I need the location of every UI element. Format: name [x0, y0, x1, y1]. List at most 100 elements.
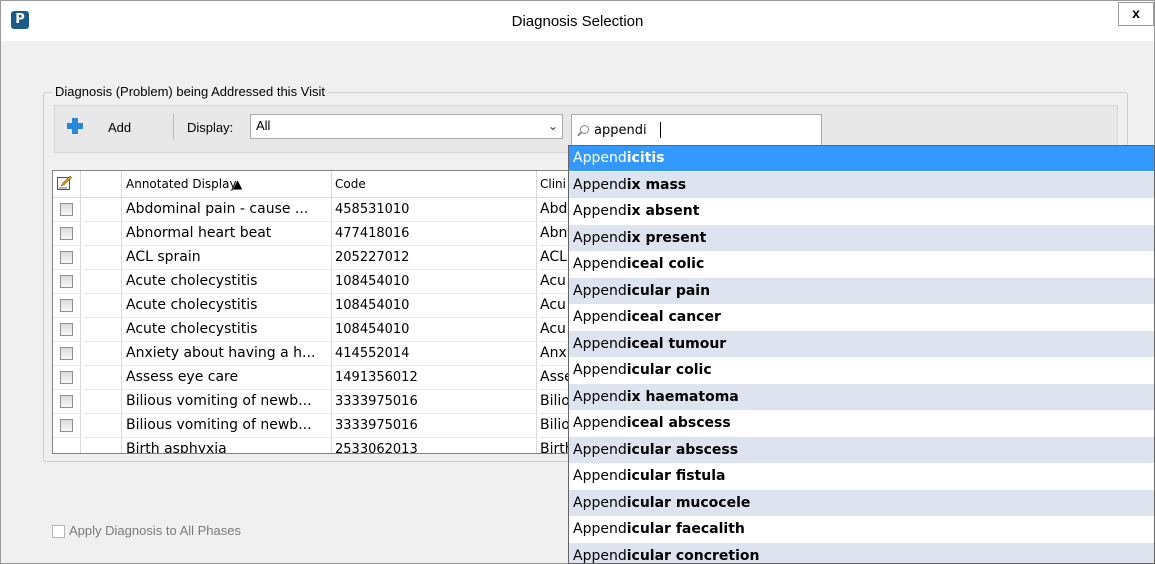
suggestion-item[interactable]: Appendicular colic [569, 357, 1154, 383]
search-box[interactable] [571, 114, 822, 146]
table-row[interactable]: Acute cholecystitis 108454010 Acu [53, 270, 573, 294]
suggestion-prefix: Append [573, 256, 627, 272]
suggestion-suffix: iceal abscess [626, 415, 731, 431]
row-code: 2533062013 [335, 442, 418, 454]
row-checkbox[interactable] [60, 227, 73, 240]
table-row[interactable]: Bilious vomiting of newb... 3333975016 Bil… [53, 390, 573, 414]
apply-all-phases-checkbox[interactable] [52, 525, 65, 538]
suggestion-prefix: Append [573, 547, 627, 564]
column-header-annotated-display[interactable]: Annotated Display [126, 177, 237, 191]
edit-note-icon[interactable] [57, 175, 72, 190]
suggestion-item[interactable]: Appendix present [569, 224, 1154, 251]
row-annotated-display: Abdominal pain - cause ... [126, 201, 309, 217]
suggestion-item[interactable]: Appendicular pain [569, 277, 1154, 304]
add-plus-icon[interactable] [67, 118, 83, 134]
row-code: 108454010 [335, 322, 410, 337]
suggestion-prefix: Append [573, 494, 627, 511]
suggestion-prefix: Append [573, 176, 627, 193]
suggestion-suffix: iceal cancer [626, 309, 721, 325]
suggestion-item[interactable]: Appendiceal colic [569, 251, 1154, 277]
row-checkbox[interactable] [60, 203, 73, 216]
row-code: 3333975016 [335, 418, 418, 433]
row-checkbox[interactable] [60, 323, 73, 336]
grid-header: Annotated Display ▲ Code Clini [53, 171, 573, 198]
chevron-down-icon[interactable]: ⌄ [548, 119, 558, 133]
suggestion-suffix: ix haematoma [626, 388, 739, 405]
suggestion-prefix: Append [573, 441, 627, 458]
table-row[interactable]: Assess eye care 1491356012 Asse [53, 366, 573, 390]
row-checkbox[interactable] [60, 347, 73, 360]
apply-all-phases-label[interactable]: Apply Diagnosis to All Phases [69, 523, 241, 538]
text-caret [660, 122, 661, 138]
suggestion-prefix: Append [573, 388, 627, 405]
row-checkbox[interactable] [60, 275, 73, 288]
row-code: 3333975016 [335, 394, 418, 409]
search-icon [580, 125, 589, 134]
suggestion-suffix: icular fistula [626, 468, 726, 484]
suggestion-prefix: Append [573, 282, 627, 299]
sort-ascending-icon[interactable]: ▲ [233, 177, 242, 191]
column-header-clinical[interactable]: Clini [540, 177, 566, 191]
suggestion-item[interactable]: Appendiceal cancer [569, 304, 1154, 330]
table-row[interactable]: Bilious vomiting of newb... 3333975016 Bil… [53, 414, 573, 438]
suggestion-suffix: iceal colic [626, 256, 705, 272]
suggestion-item[interactable]: Appendicular mucocele [569, 489, 1154, 516]
suggestion-item[interactable]: Appendiceal abscess [569, 410, 1154, 436]
suggestion-item[interactable]: Appendiceal tumour [569, 330, 1154, 357]
add-button[interactable]: Add [108, 120, 131, 135]
suggestion-prefix: Append [573, 362, 627, 378]
column-header-code[interactable]: Code [335, 177, 366, 191]
table-row[interactable]: Acute cholecystitis 108454010 Acu [53, 294, 573, 318]
row-code: 205227012 [335, 250, 410, 265]
suggestion-item[interactable]: Appendix haematoma [569, 383, 1154, 410]
table-row[interactable]: Birth asphyxia 2533062013 Birth [53, 438, 573, 454]
row-annotated-display: Acute cholecystitis [126, 321, 258, 337]
suggestion-suffix: icular abscess [626, 441, 739, 458]
display-select[interactable]: All ⌄ [250, 114, 563, 139]
suggestion-prefix: Append [573, 521, 627, 537]
table-row[interactable]: Abdominal pain - cause ... 458531010 Abd [53, 198, 573, 222]
groupbox-title: Diagnosis (Problem) being Addressed this… [52, 84, 329, 99]
suggestion-suffix: icular faecalith [626, 521, 745, 537]
table-row[interactable]: Anxiety about having a h... 414552014 Anx [53, 342, 573, 366]
row-checkbox[interactable] [60, 419, 73, 432]
suggestion-item[interactable]: Appendicular fistula [569, 463, 1154, 489]
row-annotated-display: Anxiety about having a h... [126, 345, 316, 361]
suggestion-suffix: ix present [626, 229, 707, 246]
row-code: 414552014 [335, 346, 410, 361]
table-row[interactable]: Abnormal heart beat 477418016 Abn [53, 222, 573, 246]
row-annotated-display: Abnormal heart beat [126, 225, 272, 241]
suggestion-prefix: Append [573, 468, 627, 484]
row-annotated-display: Bilious vomiting of newb... [126, 417, 312, 433]
search-input[interactable] [594, 120, 814, 140]
suggestion-suffix: ix mass [626, 176, 687, 193]
suggestion-suffix: icular concretion [626, 547, 760, 564]
suggestion-item[interactable]: Appendix absent [569, 198, 1154, 224]
window-title: Diagnosis Selection [511, 13, 644, 30]
suggestion-item[interactable]: Appendicular faecalith [569, 516, 1154, 542]
suggestion-item[interactable]: Appendicitis [569, 146, 1154, 171]
suggestion-item[interactable]: Appendicular abscess [569, 436, 1154, 463]
close-button[interactable]: x [1118, 2, 1154, 26]
suggestion-suffix: icitis [626, 150, 665, 166]
row-checkbox[interactable] [60, 395, 73, 408]
diagnosis-grid: Annotated Display ▲ Code Clini Abdominal… [52, 170, 574, 454]
suggestion-prefix: Append [573, 150, 627, 166]
row-annotated-display: Assess eye care [126, 369, 239, 385]
search-suggestions-dropdown: Appendicitis Appendix mass Appendix absent… [568, 145, 1155, 564]
row-checkbox[interactable] [60, 251, 73, 264]
suggestion-prefix: Append [573, 229, 627, 246]
suggestion-item[interactable]: Appendicular concretion [569, 542, 1154, 564]
row-checkbox[interactable] [60, 299, 73, 312]
row-checkbox[interactable] [60, 371, 73, 384]
suggestion-suffix: icular pain [626, 282, 711, 299]
row-code: 477418016 [335, 226, 410, 241]
suggestion-prefix: Append [573, 335, 627, 352]
suggestion-suffix: icular colic [626, 362, 712, 378]
table-row[interactable]: Acute cholecystitis 108454010 Acu [53, 318, 573, 342]
table-row[interactable]: ACL sprain 205227012 ACL [53, 246, 573, 270]
suggestion-suffix: iceal tumour [626, 335, 727, 352]
row-code: 108454010 [335, 274, 410, 289]
suggestion-suffix: ix absent [626, 203, 700, 219]
suggestion-item[interactable]: Appendix mass [569, 171, 1154, 198]
